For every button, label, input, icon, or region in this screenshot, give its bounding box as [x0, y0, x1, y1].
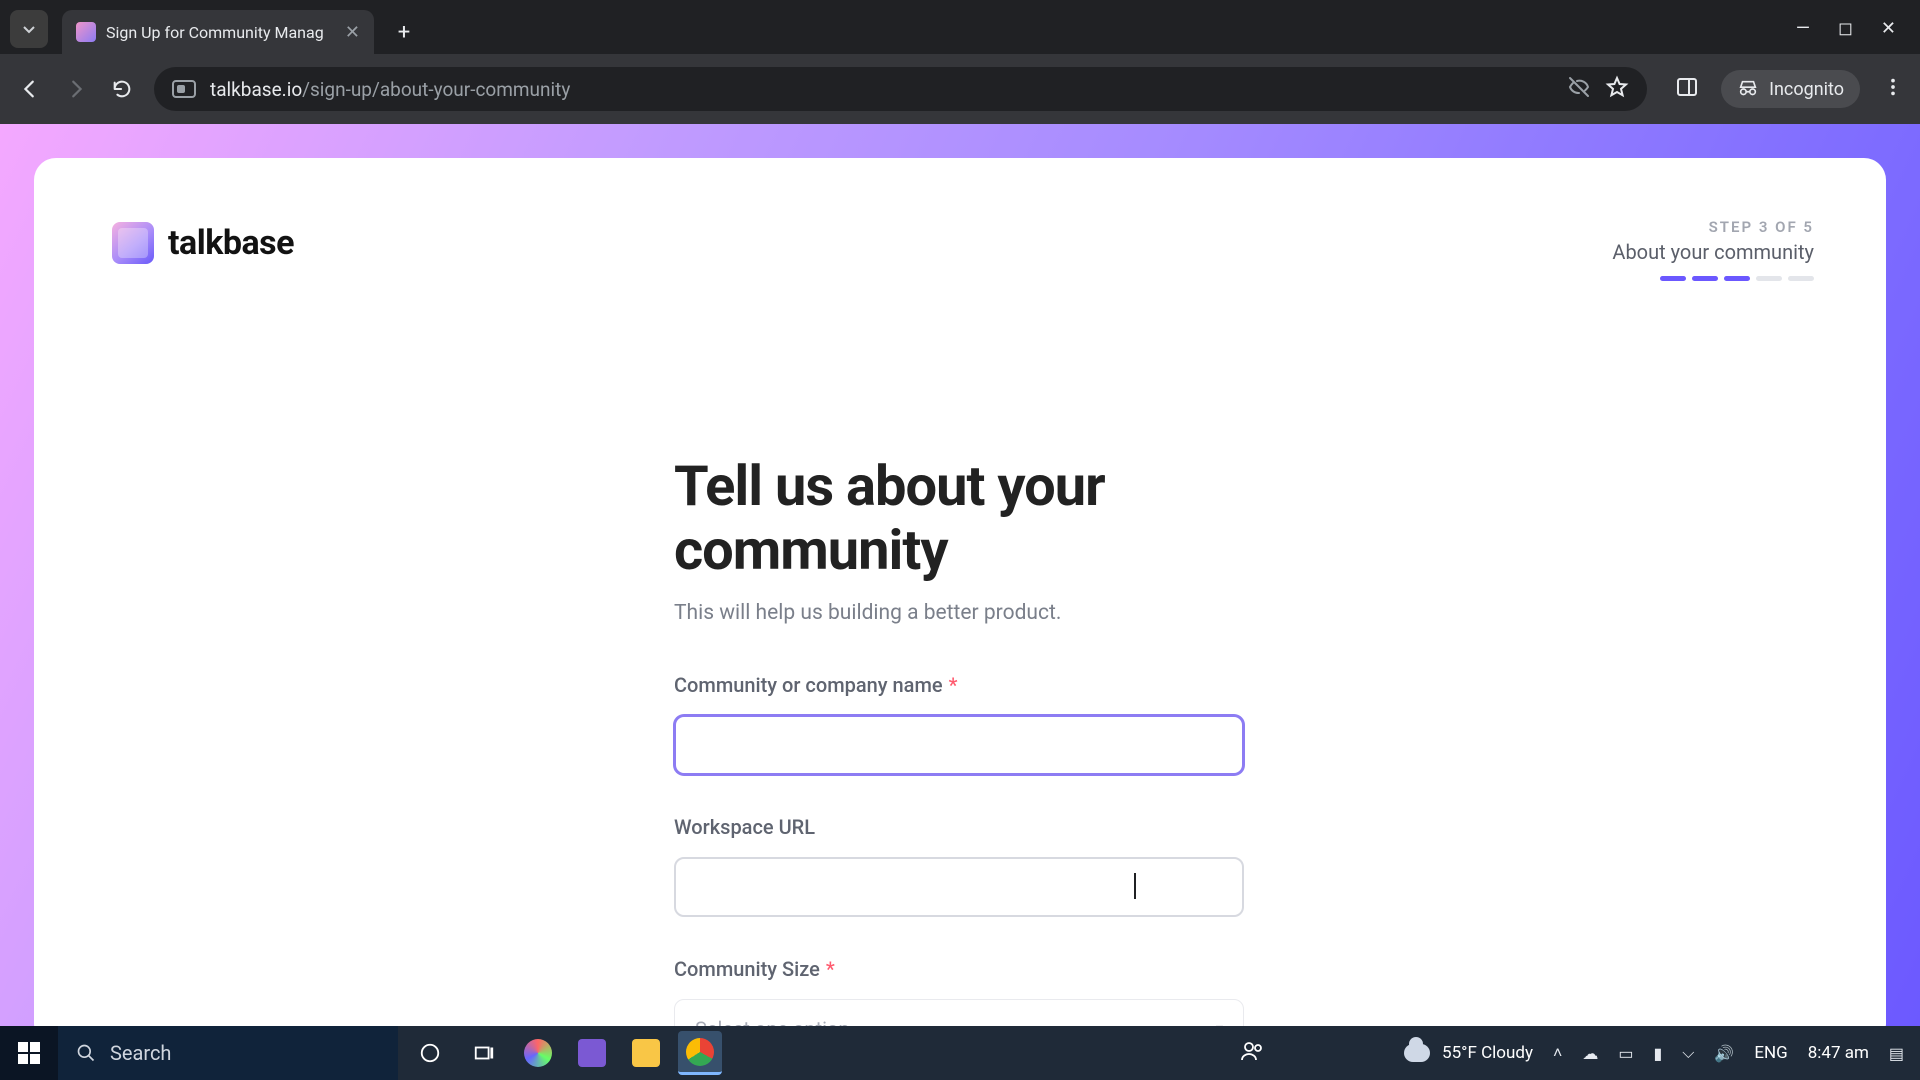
- field-workspace-url: Workspace URL: [674, 815, 1244, 917]
- chrome-taskbar-icon[interactable]: [678, 1031, 722, 1075]
- people-icon[interactable]: [1240, 1039, 1264, 1068]
- brand-name: talkbase: [168, 223, 294, 263]
- field-label: Community or company name*: [674, 673, 1244, 697]
- weather-text: 55°F Cloudy: [1442, 1043, 1533, 1063]
- notifications-icon[interactable]: ▤: [1889, 1044, 1904, 1063]
- weather-widget[interactable]: 55°F Cloudy: [1404, 1043, 1533, 1063]
- site-info-icon[interactable]: [172, 80, 196, 98]
- back-button[interactable]: [16, 75, 44, 103]
- form: Tell us about your community This will h…: [674, 454, 1244, 1046]
- eye-off-icon[interactable]: [1567, 75, 1591, 104]
- browser-tab[interactable]: Sign Up for Community Manag ✕: [62, 10, 374, 54]
- incognito-badge[interactable]: Incognito: [1721, 70, 1860, 108]
- kebab-icon: [1882, 76, 1904, 98]
- windows-icon: [18, 1042, 40, 1064]
- app-icon: [524, 1039, 552, 1067]
- taskbar-app[interactable]: [516, 1031, 560, 1075]
- brand-logo-icon: [112, 222, 154, 264]
- reload-icon: [111, 78, 133, 100]
- file-explorer-icon[interactable]: [624, 1031, 668, 1075]
- field-community-name: Community or company name*: [674, 673, 1244, 775]
- step-bar: [1692, 276, 1718, 281]
- side-panel-button[interactable]: [1675, 75, 1699, 103]
- step-bar: [1660, 276, 1686, 281]
- cortana-icon[interactable]: [408, 1031, 452, 1075]
- close-tab-button[interactable]: ✕: [345, 22, 360, 43]
- incognito-label: Incognito: [1769, 79, 1844, 100]
- taskbar-search[interactable]: Search: [58, 1026, 398, 1080]
- meet-now-icon[interactable]: ▭: [1618, 1044, 1633, 1063]
- address-bar[interactable]: talkbase.io/sign-up/about-your-community: [154, 67, 1647, 111]
- step-bar: [1756, 276, 1782, 281]
- url-path: /sign-up/about-your-community: [302, 78, 570, 101]
- tab-strip: Sign Up for Community Manag ✕ + — ◻ ✕: [0, 0, 1920, 54]
- step-title: About your community: [1612, 240, 1814, 264]
- clock[interactable]: 8:47 am: [1808, 1043, 1869, 1063]
- label-text: Community or company name: [674, 673, 943, 697]
- volume-icon[interactable]: 🔊: [1714, 1044, 1734, 1063]
- tab-favicon: [76, 22, 96, 42]
- battery-icon[interactable]: ▮: [1653, 1044, 1662, 1063]
- page-title: Tell us about your community: [674, 454, 1244, 583]
- task-view-icon[interactable]: [462, 1031, 506, 1075]
- onedrive-icon[interactable]: ☁: [1582, 1044, 1598, 1063]
- step-label: STEP 3 OF 5: [1612, 218, 1814, 236]
- bookmark-star-icon[interactable]: [1605, 75, 1629, 104]
- step-bar: [1724, 276, 1750, 281]
- step-indicator: STEP 3 OF 5 About your community: [1612, 218, 1814, 281]
- new-tab-button[interactable]: +: [386, 14, 422, 50]
- toolbar-right: Incognito: [1675, 70, 1904, 108]
- search-icon: [76, 1043, 96, 1063]
- field-label: Workspace URL: [674, 815, 1244, 839]
- maximize-button[interactable]: ◻: [1838, 18, 1853, 39]
- field-label: Community Size*: [674, 957, 1244, 981]
- close-window-button[interactable]: ✕: [1881, 18, 1896, 39]
- page-viewport: talkbase STEP 3 OF 5 About your communit…: [0, 124, 1920, 1080]
- windows-taskbar: Search 55°F Cloudy ˄ ☁ ▭ ▮ ⌵ 🔊 ENG 8:47 …: [0, 1026, 1920, 1080]
- tab-title: Sign Up for Community Manag: [106, 23, 324, 42]
- required-asterisk: *: [949, 673, 958, 697]
- workspace-url-input[interactable]: [674, 857, 1244, 917]
- tray-expand-icon[interactable]: ˄: [1553, 1043, 1562, 1063]
- page-subtitle: This will help us building a better prod…: [674, 601, 1244, 625]
- step-bar: [1788, 276, 1814, 281]
- system-tray: 55°F Cloudy ˄ ☁ ▭ ▮ ⌵ 🔊 ENG 8:47 am ▤: [1404, 1043, 1920, 1063]
- chrome-icon: [686, 1038, 714, 1066]
- browser-menu-button[interactable]: [1882, 76, 1904, 102]
- forward-button[interactable]: [62, 75, 90, 103]
- reload-button[interactable]: [108, 75, 136, 103]
- url-domain: talkbase.io: [210, 78, 302, 101]
- step-progress: [1612, 276, 1814, 281]
- cloud-icon: [1404, 1044, 1430, 1062]
- label-text: Community Size: [674, 957, 820, 981]
- tab-search-button[interactable]: [10, 10, 48, 48]
- folder-icon: [632, 1039, 660, 1067]
- community-name-input[interactable]: [674, 715, 1244, 775]
- incognito-icon: [1737, 78, 1759, 100]
- arrow-left-icon: [19, 78, 41, 100]
- chevron-down-icon: [21, 21, 37, 37]
- window-controls: — ◻ ✕: [1796, 6, 1920, 50]
- required-asterisk: *: [826, 957, 835, 981]
- search-placeholder: Search: [110, 1041, 171, 1065]
- task-icons: [408, 1031, 722, 1075]
- language-indicator[interactable]: ENG: [1754, 1043, 1787, 1063]
- browser-chrome: Sign Up for Community Manag ✕ + — ◻ ✕ ta…: [0, 0, 1920, 124]
- url-text: talkbase.io/sign-up/about-your-community: [210, 78, 1553, 101]
- start-button[interactable]: [0, 1026, 58, 1080]
- arrow-right-icon: [65, 78, 87, 100]
- browser-toolbar: talkbase.io/sign-up/about-your-community…: [0, 54, 1920, 124]
- minimize-button[interactable]: —: [1796, 18, 1810, 39]
- brand: talkbase: [112, 222, 294, 264]
- taskbar-app[interactable]: [570, 1031, 614, 1075]
- signup-card: talkbase STEP 3 OF 5 About your communit…: [34, 158, 1886, 1046]
- wifi-icon[interactable]: ⌵: [1682, 1043, 1694, 1063]
- label-text: Workspace URL: [674, 815, 815, 839]
- app-icon: [578, 1039, 606, 1067]
